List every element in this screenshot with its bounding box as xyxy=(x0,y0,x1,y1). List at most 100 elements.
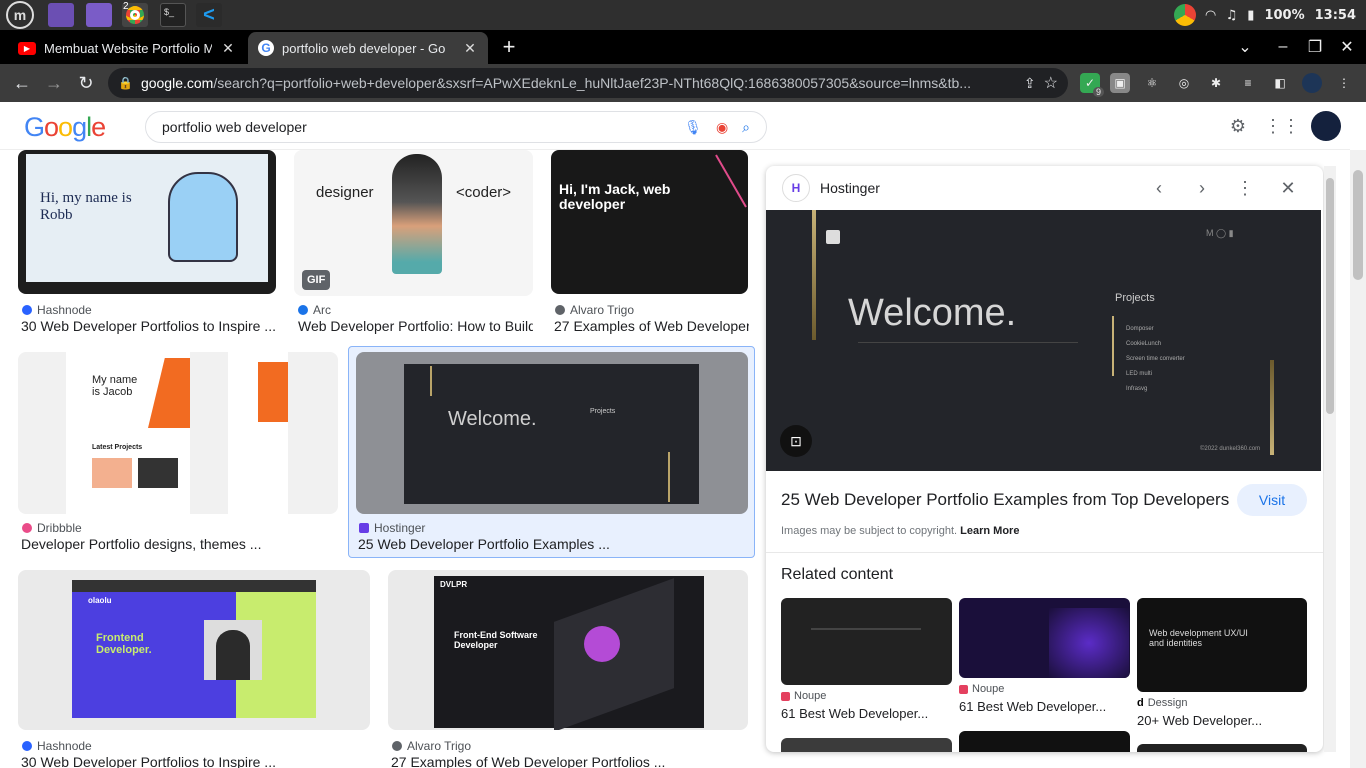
music-icon[interactable]: ♫ xyxy=(1226,8,1238,23)
panel-title[interactable]: 25 Web Developer Portfolio Examples from… xyxy=(781,490,1229,510)
thumb-heading: Front-End Software Developer xyxy=(454,630,538,650)
close-tab-icon[interactable]: ✕ xyxy=(462,40,478,57)
result-thumbnail[interactable]: Hi, my name is Robb xyxy=(18,150,276,294)
google-logo[interactable]: Google xyxy=(24,112,106,143)
voice-search-icon[interactable]: 🎙 xyxy=(684,119,702,136)
related-source: Noupe xyxy=(959,683,1004,695)
result-thumbnail[interactable]: Hi, I'm Jack, web developer xyxy=(551,150,748,294)
lens-search-icon[interactable]: ⊡ xyxy=(780,425,812,457)
noupe-icon xyxy=(959,684,968,694)
page-scrollbar-thumb[interactable] xyxy=(1353,170,1363,280)
battery-level: 100% xyxy=(1264,7,1305,23)
page-scrollbar[interactable] xyxy=(1350,150,1366,768)
panel-source[interactable]: Hostinger xyxy=(820,180,880,196)
vscode-icon[interactable]: < xyxy=(196,3,222,27)
tab-title: Membuat Website Portfolio M xyxy=(44,40,212,56)
visit-button[interactable]: Visit xyxy=(1237,484,1307,516)
folder-icon[interactable] xyxy=(86,3,112,27)
related-thumbnail[interactable] xyxy=(781,598,952,685)
preview-footer: ©2022 dunkel360.com xyxy=(1200,446,1261,452)
terminal-icon[interactable]: $_ xyxy=(160,3,186,27)
related-title[interactable]: 20+ Web Developer... xyxy=(1137,713,1262,728)
apps-grid-icon[interactable]: ⋮⋮ xyxy=(1264,114,1300,138)
result-source: Alvaro Trigo xyxy=(392,739,471,753)
address-bar[interactable]: 🔒 google.com/search?q=portfolio+web+deve… xyxy=(108,68,1068,98)
result-thumbnail[interactable]: DVLPR Front-End Software Developer xyxy=(388,570,748,730)
wifi-icon[interactable]: ◠ xyxy=(1206,8,1216,23)
battery-icon[interactable]: ▮ xyxy=(1247,8,1254,23)
bookmark-star-icon[interactable]: ☆ xyxy=(1044,73,1058,93)
result-title[interactable]: Developer Portfolio designs, themes ... xyxy=(21,536,321,552)
profile-avatar[interactable] xyxy=(1302,73,1322,93)
previous-icon[interactable]: ‹ xyxy=(1147,176,1171,200)
image-preview-panel: H Hostinger ‹ › ⋮ ✕ M ◯ ▮ Welcome. Proje… xyxy=(766,166,1323,752)
new-tab-button[interactable]: + xyxy=(492,30,526,64)
media-control-icon[interactable]: ≡ xyxy=(1238,73,1258,93)
related-title[interactable]: 61 Best Web Developer... xyxy=(781,706,928,721)
account-avatar[interactable] xyxy=(1311,111,1341,141)
result-title[interactable]: 30 Web Developer Portfolios to Inspire .… xyxy=(21,754,361,768)
close-icon[interactable]: ✕ xyxy=(1276,176,1300,200)
extensions-puzzle-icon[interactable]: ✱ xyxy=(1206,73,1226,93)
preview-link: LED multi xyxy=(1126,371,1153,377)
clock[interactable]: 13:54 xyxy=(1315,8,1356,23)
thumb-heading: Hi, I'm Jack, web developer xyxy=(559,181,671,212)
more-options-icon[interactable]: ⋮ xyxy=(1233,176,1257,200)
mint-menu-icon[interactable]: m xyxy=(6,1,34,29)
lens-icon[interactable]: ◉ xyxy=(716,119,728,136)
panel-scrollbar[interactable] xyxy=(1324,166,1336,752)
search-query[interactable]: portfolio web developer xyxy=(162,119,670,135)
related-thumbnail[interactable] xyxy=(959,731,1130,752)
result-title[interactable]: 27 Examples of Web Developer Portfolios … xyxy=(391,754,746,768)
chrome-menu-icon[interactable]: ⋮ xyxy=(1334,73,1354,93)
maximize-button[interactable]: ❐ xyxy=(1298,30,1332,64)
files-icon[interactable] xyxy=(48,3,74,27)
result-title[interactable]: 25 Web Developer Portfolio Examples ... xyxy=(358,536,738,552)
result-thumbnail[interactable]: olaolu Frontend Developer. xyxy=(18,570,370,730)
search-icon[interactable]: ⌕ xyxy=(742,119,750,136)
settings-gear-icon[interactable]: ⚙ xyxy=(1226,114,1250,138)
react-devtools-icon[interactable]: ⚛ xyxy=(1142,73,1162,93)
result-title[interactable]: Web Developer Portfolio: How to Build... xyxy=(298,318,533,334)
preview-image[interactable]: M ◯ ▮ Welcome. Projects Domposer CookieL… xyxy=(766,210,1321,471)
back-button[interactable]: ← xyxy=(8,69,36,97)
learn-more-link[interactable]: Learn More xyxy=(960,525,1019,537)
record-extension-icon[interactable]: ◎ xyxy=(1174,73,1194,93)
preview-link: Infrasvg xyxy=(1126,386,1148,392)
thumb-heading: Frontend Developer. xyxy=(96,632,152,656)
related-thumbnail[interactable] xyxy=(959,598,1130,678)
hashnode-icon xyxy=(22,305,32,315)
youtube-icon: ▶ xyxy=(18,41,36,55)
result-thumbnail[interactable]: My name is Jacob Latest Projects xyxy=(18,352,338,514)
related-thumbnail[interactable] xyxy=(1137,744,1307,752)
tab-google-search[interactable]: G portfolio web developer - Go ✕ xyxy=(248,32,488,64)
related-thumbnail[interactable]: Web development UX/UI and identities xyxy=(1137,598,1307,692)
search-input[interactable]: portfolio web developer 🎙 ◉ ⌕ xyxy=(145,111,767,143)
close-window-button[interactable]: ✕ xyxy=(1330,30,1364,64)
gif-badge: GIF xyxy=(302,270,331,290)
chrome-tray-icon[interactable] xyxy=(1173,4,1196,26)
reload-button[interactable]: ↻ xyxy=(72,69,100,97)
side-panel-icon[interactable]: ◧ xyxy=(1270,73,1290,93)
result-title[interactable]: 30 Web Developer Portfolios to Inspire .… xyxy=(21,318,276,334)
lock-icon[interactable]: 🔒 xyxy=(118,76,133,90)
result-thumbnail[interactable]: designer <coder> GIF xyxy=(294,150,533,296)
tab-search-icon[interactable]: ⌄ xyxy=(1228,30,1262,64)
chrome-taskbar-icon[interactable]: 2 xyxy=(122,1,148,27)
related-thumbnail[interactable] xyxy=(781,738,952,752)
panel-divider xyxy=(766,552,1323,553)
close-tab-icon[interactable]: ✕ xyxy=(220,40,236,57)
preview-link: Screen time converter xyxy=(1126,356,1185,362)
adblock-extension-icon[interactable]: ✓ 9 xyxy=(1080,73,1104,97)
extension-icon[interactable]: ▣ xyxy=(1110,73,1130,93)
result-title[interactable]: 27 Examples of Web Developer... xyxy=(554,318,749,334)
related-title[interactable]: 61 Best Web Developer... xyxy=(959,699,1106,714)
result-thumbnail-selected[interactable]: Welcome. Projects xyxy=(356,352,748,514)
thumb-subheading: <coder> xyxy=(456,184,512,201)
tab-youtube[interactable]: ▶ Membuat Website Portfolio M ✕ xyxy=(8,32,246,64)
next-icon[interactable]: › xyxy=(1190,176,1214,200)
minimize-button[interactable]: – xyxy=(1266,30,1300,64)
share-icon[interactable]: ⇪ xyxy=(1024,75,1036,92)
panel-scrollbar-thumb[interactable] xyxy=(1326,178,1334,414)
forward-button[interactable]: → xyxy=(40,69,68,97)
